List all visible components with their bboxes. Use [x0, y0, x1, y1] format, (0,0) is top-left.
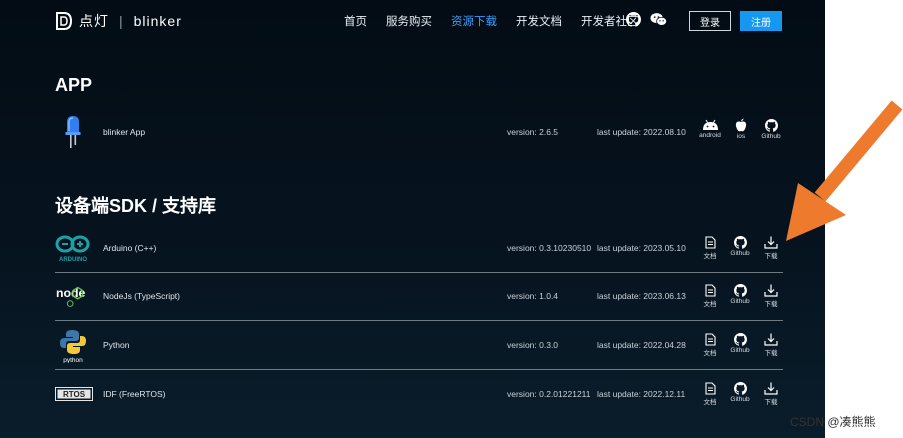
watermark: CSDN @凑熊熊 [790, 415, 876, 429]
annotation-arrow [786, 100, 903, 241]
